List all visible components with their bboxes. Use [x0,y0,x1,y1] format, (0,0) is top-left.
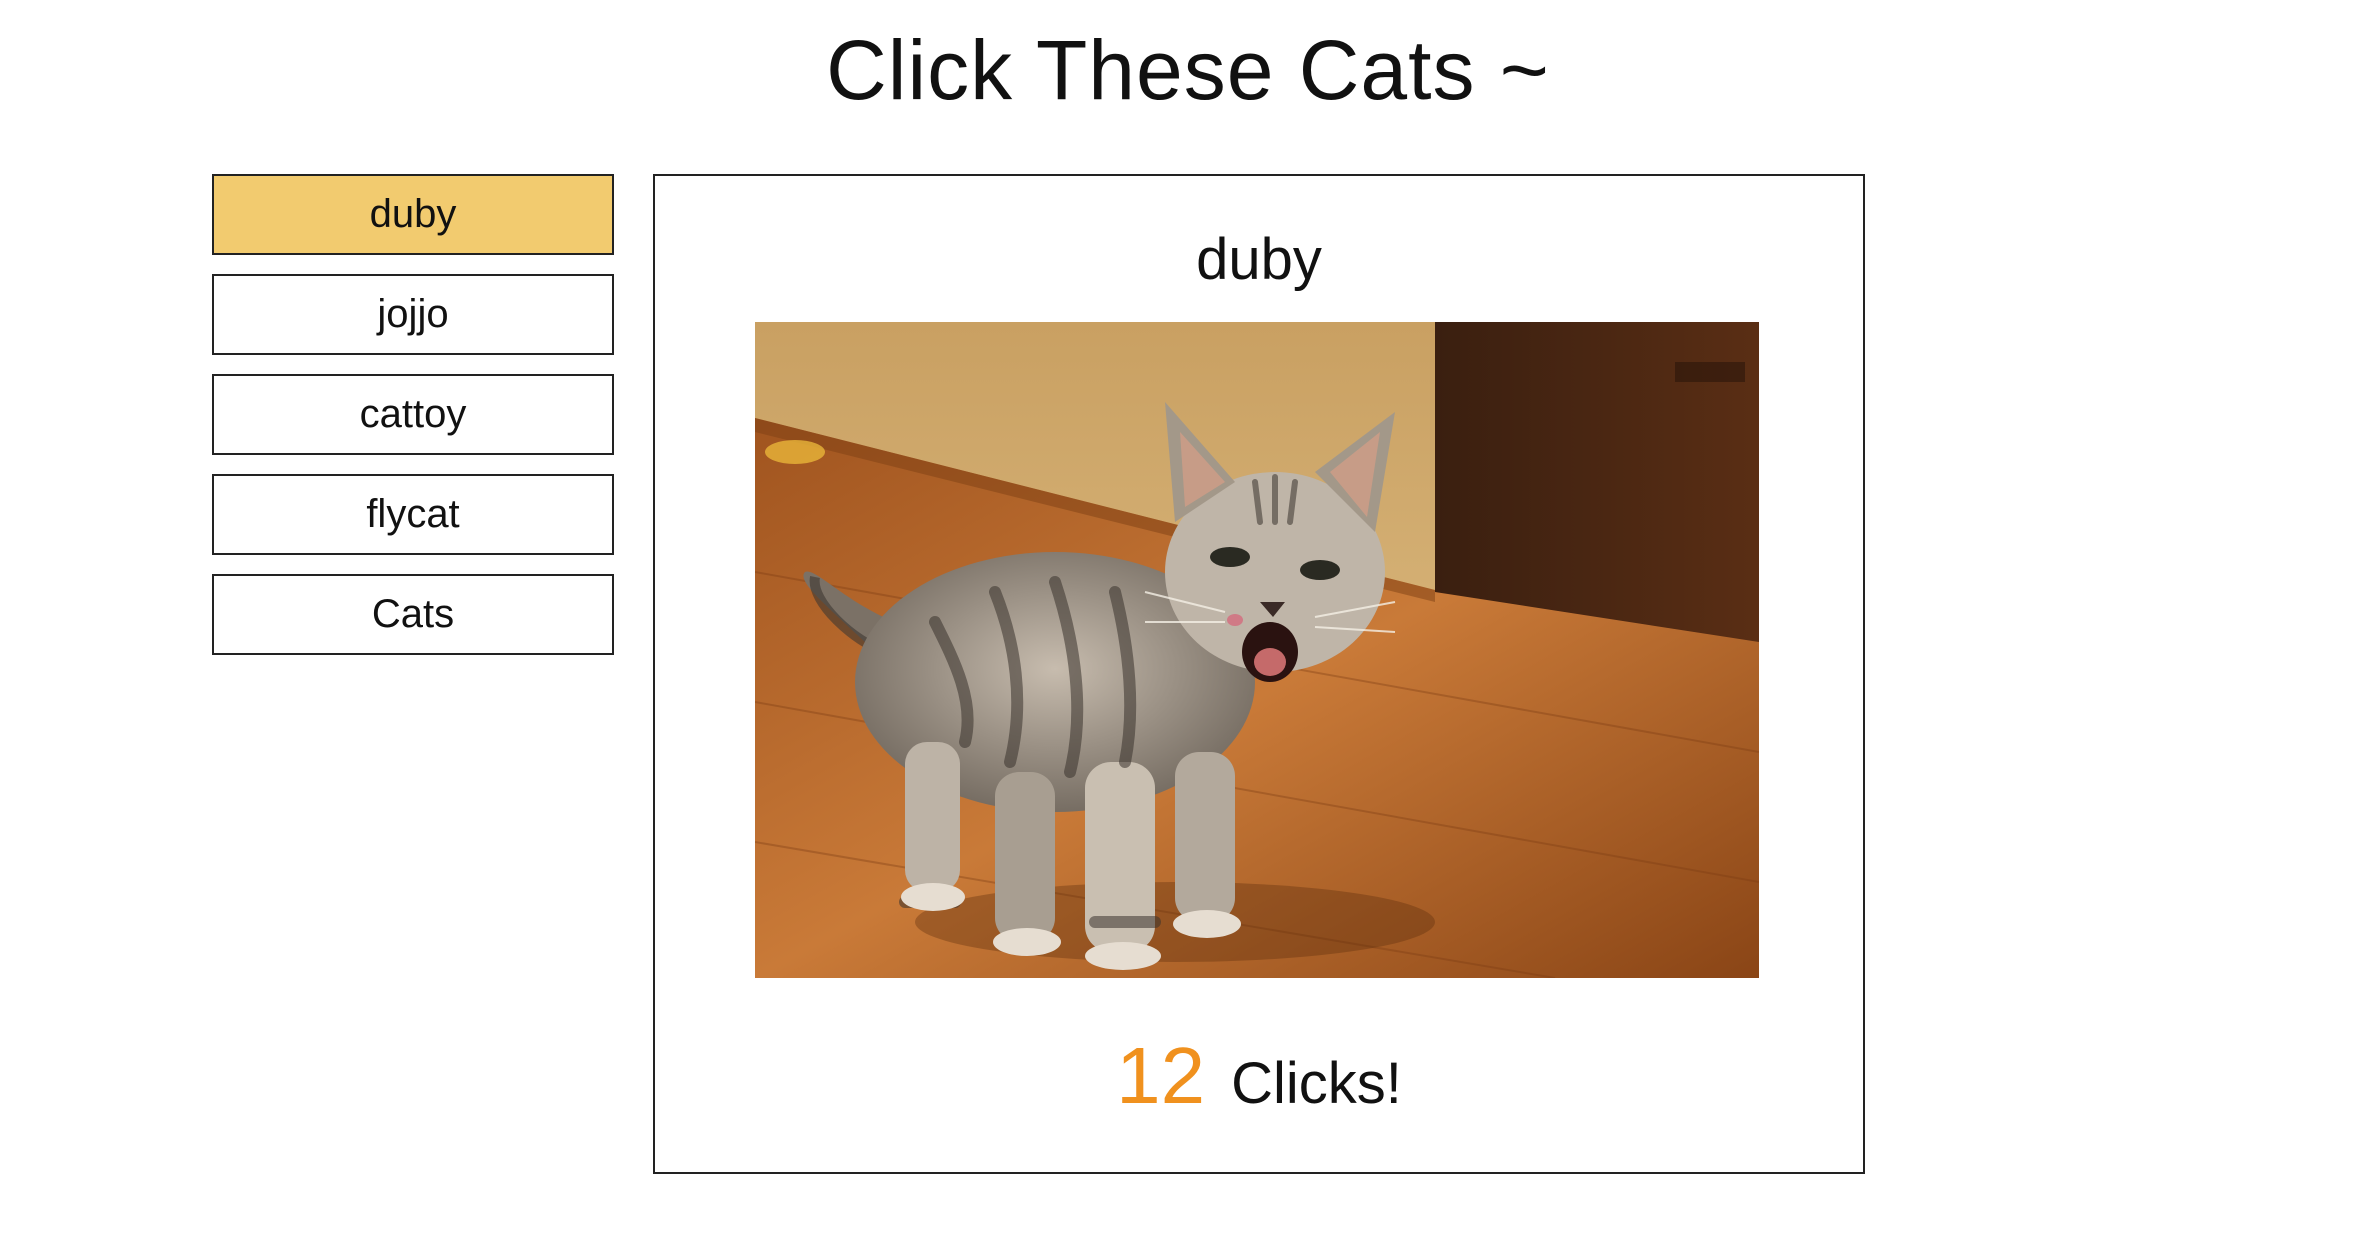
click-suffix: Clicks! [1231,1051,1402,1116]
cat-list-item-cattoy[interactable]: cattoy [212,374,614,455]
cat-list-item-cats[interactable]: Cats [212,574,614,655]
click-count: 12 [1116,1031,1206,1120]
cat-list-item-jojjo[interactable]: jojjo [212,274,614,355]
cat-list-item-duby[interactable]: duby [212,174,614,255]
page-title: Click These Cats ~ [826,23,1550,117]
cat-list: duby jojjo cattoy flycat Cats [212,174,614,674]
cat-list-item-flycat[interactable]: flycat [212,474,614,555]
click-counter: 12 Clicks! [655,1026,1863,1134]
cat-viewer-panel: duby 12 Clicks! [653,174,1865,1174]
cat-name-heading: duby [1196,227,1322,292]
cat-photo[interactable] [755,322,1759,978]
